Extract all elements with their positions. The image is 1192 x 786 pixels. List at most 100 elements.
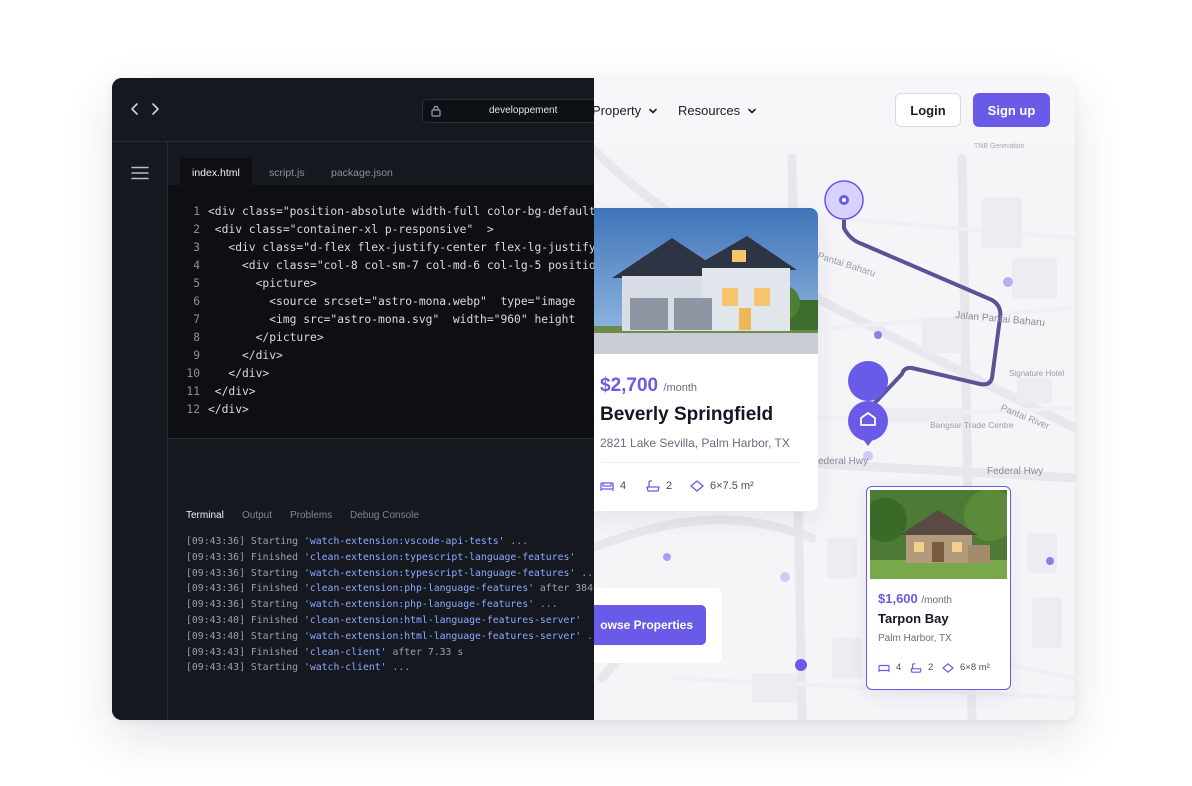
code-line: 8 </picture> (168, 329, 324, 347)
forward-arrow-icon[interactable] (148, 102, 162, 116)
terminal-suffix: after 384 (534, 583, 593, 595)
code-line: 9 </div> (168, 347, 283, 365)
property-address: Palm Harbor, TX (878, 633, 952, 644)
line-number: 9 (193, 349, 200, 362)
code-text: </div> (208, 385, 256, 398)
code-text: </picture> (208, 331, 324, 344)
back-arrow-icon[interactable] (128, 102, 142, 116)
bath-icon (646, 480, 660, 492)
panel-tab-terminal[interactable]: Terminal (186, 510, 224, 521)
line-number: 10 (186, 367, 200, 380)
task-name: 'watch-extension:html-language-features-… (303, 630, 582, 642)
terminal-verb: Starting (244, 599, 304, 611)
map-label-signature-hotel: Signature Hotel (1009, 369, 1064, 378)
code-text: <img src="astro-mona.svg" width="960" he… (208, 313, 576, 326)
panel-tab-debug-console[interactable]: Debug Console (350, 510, 419, 521)
terminal-suffix: ... (581, 567, 594, 579)
terminal-suffix: ... (386, 662, 411, 674)
code-line: 7 <img src="astro-mona.svg" width="960" … (168, 311, 575, 329)
area-icon (690, 480, 704, 492)
signup-button[interactable]: Sign up (973, 93, 1050, 127)
terminal-line: [09:43:36] Finished 'clean-extension:php… (186, 581, 593, 597)
timestamp: [09:43:43] (186, 662, 245, 674)
timestamp: [09:43:36] (186, 599, 245, 611)
code-text: <picture> (208, 277, 317, 290)
terminal-line: [09:43:43] Starting 'watch-client' ... (186, 660, 410, 676)
terminal-verb: Starting (244, 567, 304, 579)
line-number: 7 (193, 313, 200, 326)
code-text: <div class="position-absolute width-full… (208, 205, 594, 218)
task-name: 'watch-extension:vscode-api-tests' (303, 536, 505, 547)
terminal-line: [09:43:36] Starting 'watch-extension:php… (186, 597, 558, 613)
map-label-tnb: TNB Generation (974, 143, 1025, 150)
terminal-verb: Starting (244, 536, 304, 547)
code-line: 4 <div class="col-8 col-sm-7 col-md-6 co… (168, 257, 594, 275)
baths-count: 2 (928, 662, 934, 673)
price-value: $2,700 (600, 375, 659, 396)
tab-package-json[interactable]: package.json (319, 158, 405, 185)
editor-sidebar (112, 142, 168, 720)
terminal-verb: Starting (244, 630, 304, 642)
baths-feature: 2 (910, 662, 933, 673)
price-period: /month (921, 595, 952, 606)
line-number: 5 (193, 277, 200, 290)
area-value: 6×7.5 m² (710, 480, 754, 492)
nav-resources-label: Resources (678, 103, 741, 118)
task-name: 'watch-extension:php-language-features' (303, 599, 534, 611)
property-card-tarpon-bay[interactable]: $1,600 /month Tarpon Bay Palm Harbor, TX… (866, 486, 1011, 690)
timestamp: [09:43:43] (186, 646, 245, 658)
timestamp: [09:43:40] (186, 630, 245, 642)
code-editor: developpement index.html script.js packa… (112, 78, 594, 720)
task-name: 'watch-extension:typescript-language-fea… (303, 567, 576, 579)
tab-script-js[interactable]: script.js (257, 158, 317, 185)
terminal-suffix: ... (587, 630, 594, 642)
code-line: 11 </div> (168, 383, 256, 401)
tab-index-html[interactable]: index.html (180, 158, 252, 185)
property-name: Tarpon Bay (878, 611, 949, 626)
terminal-line: [09:43:43] Finished 'clean-client' after… (186, 645, 463, 661)
file-tabs: index.html script.js package.json (168, 142, 594, 185)
code-line: 10 </div> (168, 365, 269, 383)
terminal-line: [09:43:36] Starting 'watch-extension:vsc… (186, 534, 528, 550)
card-price: $2,700 /month (600, 375, 697, 397)
panel-tab-problems[interactable]: Problems (290, 510, 332, 521)
nav-property-label: Property (592, 103, 642, 118)
terminal-line: [09:43:36] Finished 'clean-extension:typ… (186, 550, 575, 566)
line-number: 6 (193, 295, 200, 308)
area-feature: 6×7.5 m² (690, 480, 754, 492)
map-label-federal-hwy: Federal Hwy (987, 466, 1043, 477)
nav-property[interactable]: Property (592, 103, 659, 118)
code-area[interactable]: 1 <div class="position-absolute width-ful… (168, 185, 594, 439)
property-photo-house (870, 490, 1007, 579)
terminal-verb: Finished (244, 615, 304, 626)
bath-icon (910, 662, 922, 673)
code-text: <source srcset="astro-mona.webp" type="i… (208, 295, 576, 308)
terminal-verb: Finished (244, 646, 304, 658)
nav-resources[interactable]: Resources (678, 103, 758, 118)
card-price: $1,600 /month (878, 591, 952, 606)
menu-icon[interactable] (131, 166, 149, 180)
panel-tab-output[interactable]: Output (242, 510, 272, 521)
task-name: 'clean-client' (303, 646, 387, 658)
login-button[interactable]: Login (895, 93, 961, 127)
address-url: developpement (489, 105, 558, 116)
area-value: 6×8 m² (960, 662, 990, 673)
price-period: /month (663, 382, 698, 394)
code-text: <div class="d-flex flex-justify-center f… (208, 241, 594, 254)
property-photo-house (582, 208, 818, 354)
timestamp: [09:43:36] (186, 551, 245, 563)
code-text: </div> (208, 403, 249, 416)
line-number: 8 (193, 331, 200, 344)
property-name: Beverly Springfield (600, 404, 774, 425)
task-name: 'clean-extension:typescript-language-fea… (303, 551, 576, 563)
code-text: </div> (208, 367, 270, 380)
timestamp: [09:43:40] (186, 615, 245, 626)
property-card-beverly-springfield[interactable]: $2,700 /month Beverly Springfield 2821 L… (582, 208, 818, 511)
beds-feature: 4 (600, 480, 626, 492)
code-text: <div class="col-8 col-sm-7 col-md-6 col-… (208, 259, 594, 272)
divider (600, 462, 800, 463)
bed-icon (878, 664, 890, 672)
address-bar[interactable]: developpement (422, 99, 594, 123)
baths-count: 2 (666, 480, 673, 492)
terminal-line: [09:43:36] Starting 'watch-extension:typ… (186, 566, 594, 582)
